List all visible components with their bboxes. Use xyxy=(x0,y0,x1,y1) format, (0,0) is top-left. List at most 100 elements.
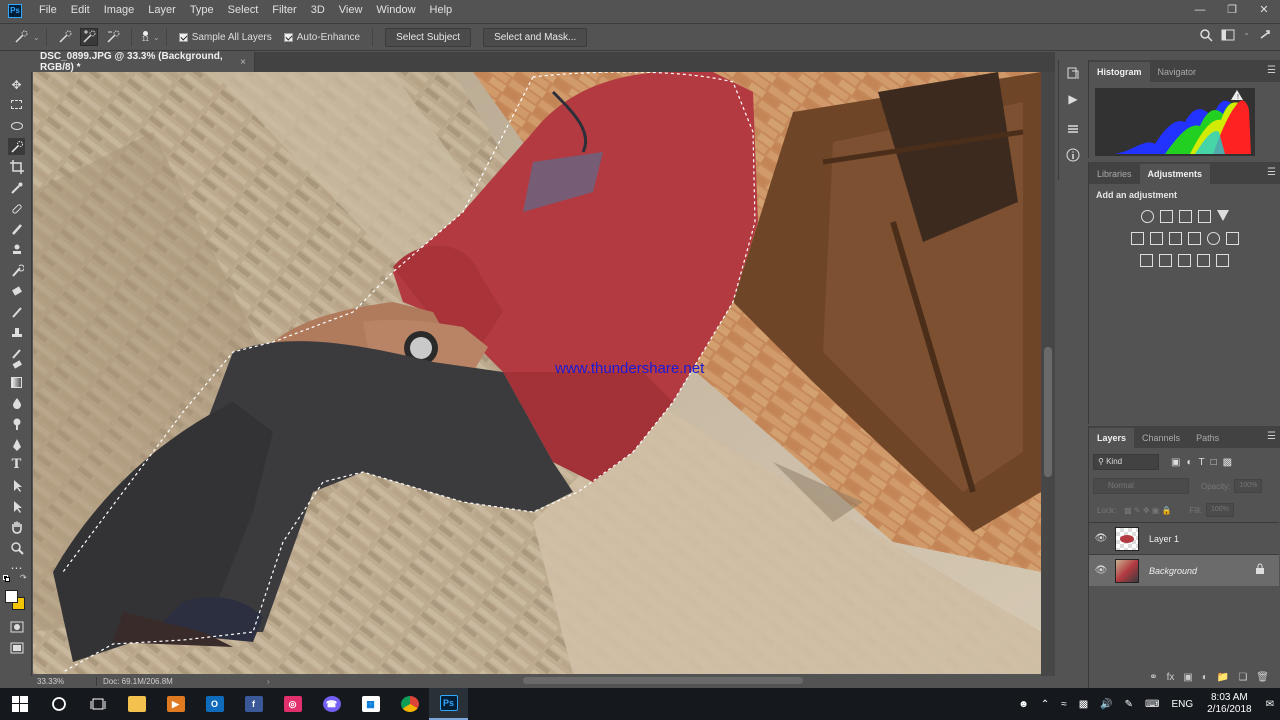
kind-filter-select[interactable]: ⚲ Kind xyxy=(1093,454,1159,470)
language-indicator[interactable]: ENG xyxy=(1171,699,1193,710)
document-canvas[interactable]: www.thundershare.net xyxy=(33,72,1041,674)
tab-adjustments[interactable]: Adjustments xyxy=(1139,164,1211,184)
chevron-down-icon[interactable]: ⌄ xyxy=(33,33,40,42)
panel-menu-icon[interactable]: ☰ xyxy=(1267,65,1276,76)
history-icon[interactable] xyxy=(1065,66,1081,82)
search-icon[interactable] xyxy=(1199,28,1213,45)
menu-image[interactable]: Image xyxy=(97,0,142,21)
lock-icons[interactable]: ▩ ✎ ✥ ▣ 🔒 xyxy=(1124,506,1171,515)
type-filter-icon[interactable]: T xyxy=(1199,457,1205,468)
facebook-icon[interactable]: f xyxy=(234,688,273,720)
marquee-tool-icon[interactable] xyxy=(8,96,25,113)
brush-tool-icon[interactable] xyxy=(8,220,25,237)
store-icon[interactable]: ▦ xyxy=(351,688,390,720)
clone-stamp-tool-icon[interactable] xyxy=(8,324,25,341)
photo-filter-icon[interactable] xyxy=(1187,232,1201,245)
restore-icon[interactable]: ❐ xyxy=(1216,0,1248,20)
threshold-icon[interactable] xyxy=(1178,254,1191,267)
menu-filter[interactable]: Filter xyxy=(265,0,303,21)
subtract-from-selection-icon[interactable] xyxy=(104,28,122,46)
vibrance-icon[interactable] xyxy=(1216,210,1229,221)
menu-3d[interactable]: 3D xyxy=(304,0,332,21)
opacity-field[interactable]: 100% xyxy=(1234,479,1263,493)
file-explorer-icon[interactable] xyxy=(117,688,156,720)
menu-file[interactable]: File xyxy=(32,0,64,21)
close-icon[interactable]: ✕ xyxy=(1248,0,1280,20)
lasso-tool-icon[interactable] xyxy=(8,117,25,134)
sample-all-layers-checkbox[interactable]: Sample All Layers xyxy=(178,32,272,43)
foreground-color-swatch[interactable] xyxy=(5,590,18,603)
new-selection-icon[interactable] xyxy=(56,28,74,46)
panel-menu-icon[interactable]: ☰ xyxy=(1267,431,1276,442)
hue-saturation-icon[interactable] xyxy=(1130,232,1144,245)
visibility-eye-icon[interactable]: 👁 xyxy=(1089,565,1113,576)
eraser-tool-icon[interactable] xyxy=(8,355,25,372)
add-mask-icon[interactable]: ▣ xyxy=(1183,672,1192,683)
menu-help[interactable]: Help xyxy=(423,0,460,21)
dodge-tool-icon[interactable] xyxy=(8,415,25,432)
outlook-icon[interactable]: O xyxy=(195,688,234,720)
select-subject-button[interactable]: Select Subject xyxy=(385,27,472,47)
layer-row[interactable]: 👁 Background xyxy=(1089,554,1279,586)
menu-layer[interactable]: Layer xyxy=(141,0,183,21)
link-layers-icon[interactable]: ⚭ xyxy=(1149,672,1157,683)
task-view-icon[interactable] xyxy=(78,688,117,720)
new-adjustment-layer-icon[interactable]: ◐ xyxy=(1202,672,1208,683)
layer-row[interactable]: 👁 Layer 1 xyxy=(1089,522,1279,554)
viber-icon[interactable]: ☎ xyxy=(312,688,351,720)
type-tool-icon[interactable]: T xyxy=(8,456,25,473)
panel-menu-icon[interactable]: ☰ xyxy=(1267,167,1276,178)
info-icon[interactable] xyxy=(1065,148,1081,164)
clone-stamp-tool-icon[interactable] xyxy=(8,241,25,258)
pen-tool-icon[interactable] xyxy=(8,436,25,453)
channel-mixer-icon[interactable] xyxy=(1206,232,1220,245)
blend-mode-select[interactable]: Normal xyxy=(1093,478,1189,494)
media-player-icon[interactable]: ▶ xyxy=(156,688,195,720)
workspace-icon[interactable] xyxy=(1221,28,1235,45)
quick-selection-tool-icon[interactable] xyxy=(8,138,25,155)
brightness-icon[interactable] xyxy=(1140,210,1154,223)
menu-select[interactable]: Select xyxy=(221,0,266,21)
tab-layers[interactable]: Layers xyxy=(1089,428,1135,448)
color-balance-icon[interactable] xyxy=(1149,232,1163,245)
tab-channels[interactable]: Channels xyxy=(1134,428,1188,448)
eyedropper-tool-icon[interactable] xyxy=(8,179,25,196)
clock[interactable]: 8:03 AM 2/16/2018 xyxy=(1207,692,1252,716)
zoom-tool-icon[interactable] xyxy=(8,539,25,556)
color-lookup-icon[interactable] xyxy=(1225,232,1239,245)
battery-icon[interactable]: ▩ xyxy=(1079,699,1088,710)
layer-name[interactable]: Layer 1 xyxy=(1149,534,1179,544)
chevron-down-icon[interactable]: ⌄ xyxy=(153,33,160,42)
chrome-icon[interactable] xyxy=(390,688,429,720)
share-icon[interactable] xyxy=(1258,28,1272,45)
menu-window[interactable]: Window xyxy=(369,0,422,21)
pixel-filter-icon[interactable]: ▣ xyxy=(1171,457,1180,468)
gradient-tool-icon[interactable] xyxy=(8,374,25,391)
crop-tool-icon[interactable] xyxy=(8,158,25,175)
add-to-selection-icon[interactable] xyxy=(79,28,98,46)
tab-histogram[interactable]: Histogram xyxy=(1089,62,1150,82)
hand-tool-icon[interactable] xyxy=(8,518,25,535)
action-center-icon[interactable]: ✉ xyxy=(1266,699,1274,710)
swap-colors-icon[interactable]: ↷ xyxy=(20,573,27,582)
healing-brush-tool-icon[interactable] xyxy=(8,200,25,217)
shape-filter-icon[interactable]: □ xyxy=(1211,457,1217,468)
vertical-scrollbar[interactable] xyxy=(1041,72,1055,676)
zoom-level[interactable]: 33.33% xyxy=(33,676,97,686)
selective-color-icon[interactable] xyxy=(1197,254,1210,267)
minimize-icon[interactable]: — xyxy=(1184,0,1216,20)
tab-libraries[interactable]: Libraries xyxy=(1089,164,1140,184)
delete-layer-icon[interactable]: 🗑 xyxy=(1256,672,1269,683)
visibility-eye-icon[interactable]: 👁 xyxy=(1089,533,1113,544)
adjustment-filter-icon[interactable]: ◐ xyxy=(1186,457,1192,468)
new-group-icon[interactable]: 📁 xyxy=(1217,672,1229,683)
select-and-mask-button[interactable]: Select and Mask... xyxy=(483,27,588,47)
posterize-icon[interactable] xyxy=(1159,254,1172,267)
tab-navigator[interactable]: Navigator xyxy=(1150,62,1205,82)
smart-object-filter-icon[interactable]: ▩ xyxy=(1223,457,1232,468)
menu-view[interactable]: View xyxy=(332,0,370,21)
layer-style-icon[interactable]: fx xyxy=(1167,672,1175,683)
path-selection-tool-icon[interactable] xyxy=(8,477,25,494)
gradient-map-icon[interactable] xyxy=(1216,254,1229,267)
close-document-icon[interactable]: × xyxy=(240,57,246,68)
